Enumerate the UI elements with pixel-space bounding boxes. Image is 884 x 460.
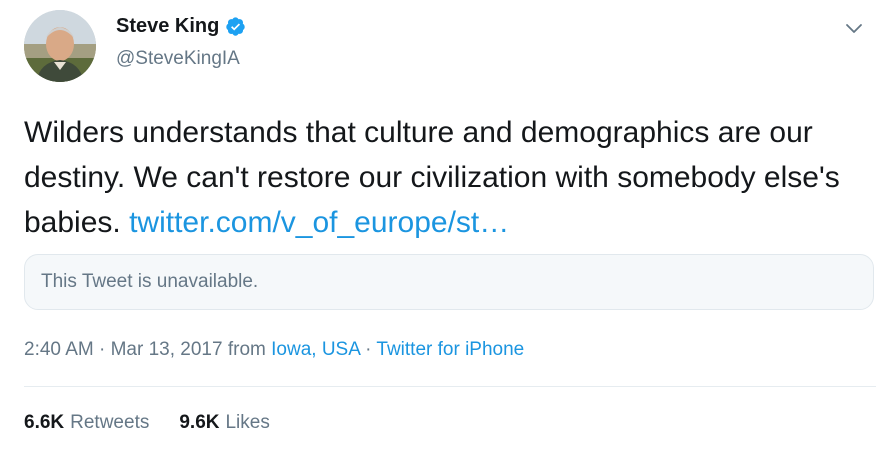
tweet-metadata: 2:40 AM · Mar 13, 2017 from Iowa, USA · … [24,339,524,361]
display-name[interactable]: Steve King [116,15,219,38]
quoted-tweet-unavailable-text: This Tweet is unavailable. [41,271,259,292]
likes-stat[interactable]: 9.6K Likes [179,412,270,434]
timestamp-date[interactable]: Mar 13, 2017 [111,339,223,360]
tweet-link[interactable]: twitter.com/v_of_europe/st… [129,206,509,239]
source-link[interactable]: Twitter for iPhone [376,339,524,360]
verified-badge-icon [226,17,246,36]
avatar[interactable] [24,10,96,82]
tweet-text: Wilders understands that culture and dem… [24,110,864,245]
likes-label: Likes [225,412,270,433]
location-link[interactable]: Iowa, USA [271,339,360,360]
handle[interactable]: @SteveKingIA [116,48,240,70]
retweets-stat[interactable]: 6.6K Retweets [24,412,149,434]
engagement-stats: 6.6K Retweets 9.6K Likes [24,412,300,434]
quoted-tweet-card[interactable]: This Tweet is unavailable. [24,254,874,310]
from-label: from [227,339,266,360]
likes-count: 9.6K [179,412,220,433]
retweets-count: 6.6K [24,412,65,433]
retweets-label: Retweets [70,412,150,433]
divider [24,386,876,387]
separator-dot: · [99,339,106,360]
author-name-row[interactable]: Steve King [116,15,246,38]
separator-dot: · [365,339,372,360]
timestamp-time[interactable]: 2:40 AM [24,339,94,360]
chevron-down-icon[interactable] [842,16,866,40]
profile-photo [24,10,96,82]
